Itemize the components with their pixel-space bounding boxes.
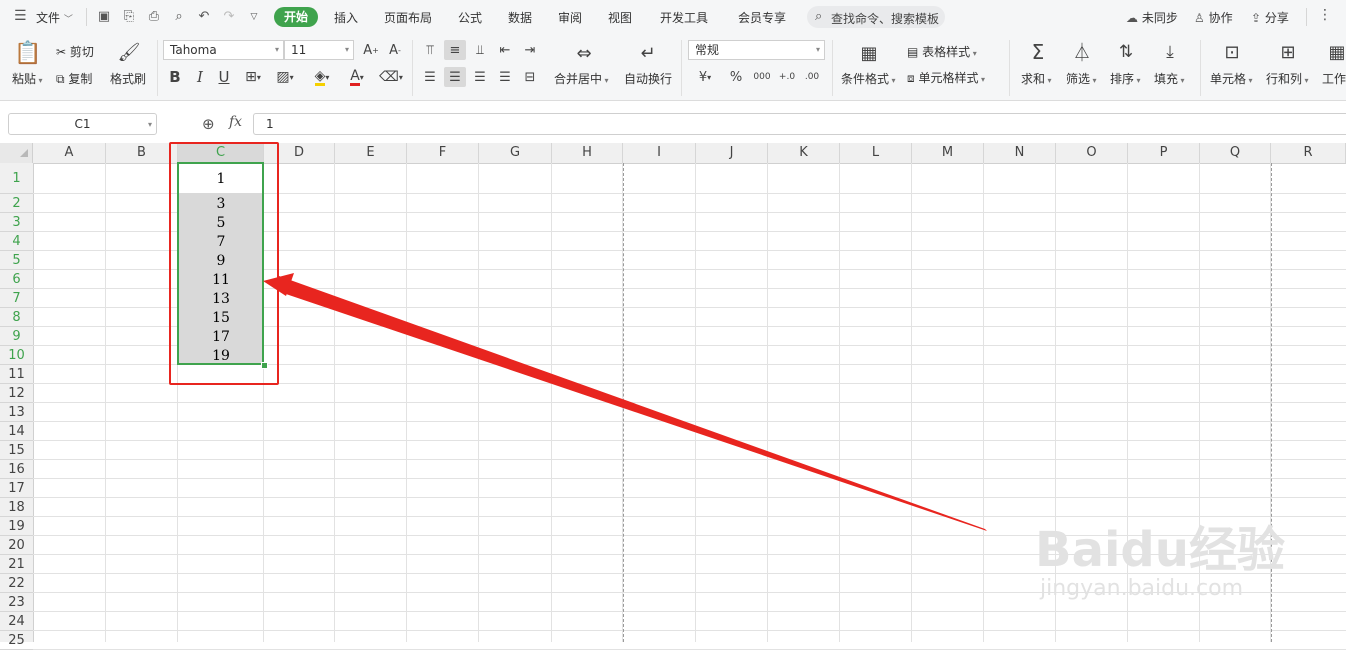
arrow-shaft	[277, 276, 987, 531]
watermark-logo: Baidu经验	[1035, 522, 1285, 578]
watermark-url: jingyan.baidu.com	[1040, 576, 1244, 601]
